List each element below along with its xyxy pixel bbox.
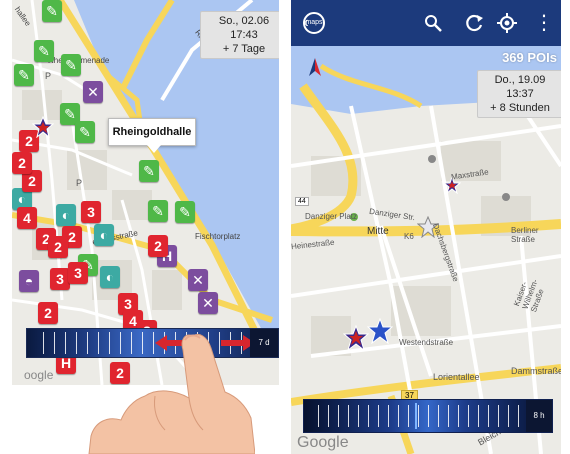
time-slider[interactable]: 8 h: [303, 399, 553, 433]
parking-label: P: [45, 71, 52, 81]
road-label: K6: [404, 232, 414, 241]
poi-count: 369 POIs: [502, 50, 557, 65]
poi-pin-icon[interactable]: ✕: [198, 292, 218, 314]
poi-pin-icon[interactable]: ✎: [148, 200, 168, 222]
poi-cluster-pin[interactable]: 2: [48, 236, 68, 258]
street-label: Lorientallee: [433, 372, 480, 382]
route-shield: 44: [295, 197, 309, 206]
range-text: + 8 Stunden: [490, 102, 550, 114]
right-phone-screen: ‹ maps ⋮ 369 POIs Do., 19.09 13:37 + 8 S…: [291, 0, 561, 454]
parking-label: P: [76, 178, 83, 188]
poi-pin-icon[interactable]: ✎: [42, 0, 62, 22]
poi-pin-icon[interactable]: ✎: [139, 160, 159, 182]
poi-pin-icon[interactable]: ✎: [75, 121, 95, 143]
poi-callout[interactable]: Rheingoldhalle: [108, 118, 196, 153]
my-location-icon[interactable]: [487, 0, 527, 46]
poi-dot-icon[interactable]: [501, 192, 511, 202]
street-label: Dammstraße: [511, 366, 561, 376]
poi-cluster-pin[interactable]: 3: [68, 262, 88, 284]
poi-cluster-pin[interactable]: 2: [12, 152, 32, 174]
google-attribution: Google: [297, 434, 349, 451]
favorite-star-icon[interactable]: [343, 325, 369, 351]
poi-cluster-pin[interactable]: 2: [38, 302, 58, 324]
street-label: Berliner Straße: [511, 226, 539, 244]
search-icon[interactable]: [413, 0, 453, 46]
poi-pin-icon[interactable]: ◐: [100, 266, 120, 288]
top-action-bar: ‹ maps ⋮: [291, 0, 561, 46]
favorite-star-icon[interactable]: [32, 116, 54, 138]
poi-cluster-pin[interactable]: 3: [81, 201, 101, 223]
poi-pin-icon[interactable]: ◐: [94, 224, 114, 246]
poi-pin-icon[interactable]: ✎: [34, 40, 54, 62]
street-label: Danziger Platz: [305, 212, 358, 221]
poi-star-icon[interactable]: [367, 318, 393, 344]
compass-icon[interactable]: [307, 58, 323, 78]
date-text: Do., 19.09 13:37: [494, 74, 546, 100]
poi-cluster-pin[interactable]: 4: [17, 207, 37, 229]
poi-pin-icon[interactable]: ✕: [83, 81, 103, 103]
poi-cluster-pin[interactable]: 3: [50, 268, 70, 290]
poi-pin-icon[interactable]: ✎: [61, 54, 81, 76]
poi-pin-icon[interactable]: ✎: [175, 201, 195, 223]
overflow-menu-icon[interactable]: ⋮: [529, 0, 559, 46]
district-label: Mitte: [367, 226, 389, 237]
date-text: So., 02.06 17:43: [218, 15, 270, 41]
poi-pin-icon[interactable]: ◐: [56, 204, 76, 226]
date-range-label: Do., 19.09 13:37 + 8 Stunden: [477, 70, 561, 118]
poi-pin-icon[interactable]: ◓: [19, 270, 39, 292]
time-range-label: 8 h: [526, 400, 552, 432]
date-range-label: So., 02.06 17:43 + 7 Tage: [200, 11, 279, 59]
poi-dot-icon[interactable]: [427, 154, 437, 164]
poi-cluster-pin[interactable]: 2: [148, 235, 168, 257]
google-attribution: oogle: [24, 368, 54, 382]
range-text: + 7 Tage: [222, 43, 266, 55]
time-slider-handle[interactable]: [415, 403, 417, 429]
app-logo-icon[interactable]: maps: [303, 12, 325, 34]
time-slider-ticks: [318, 405, 522, 427]
hand-illustration: [88, 334, 255, 454]
poi-pin-icon[interactable]: ✕: [188, 269, 208, 291]
poi-pin-icon[interactable]: ✎: [14, 64, 34, 86]
street-label: Westendstraße: [399, 338, 454, 347]
street-label: Fischtorplatz: [195, 232, 241, 241]
